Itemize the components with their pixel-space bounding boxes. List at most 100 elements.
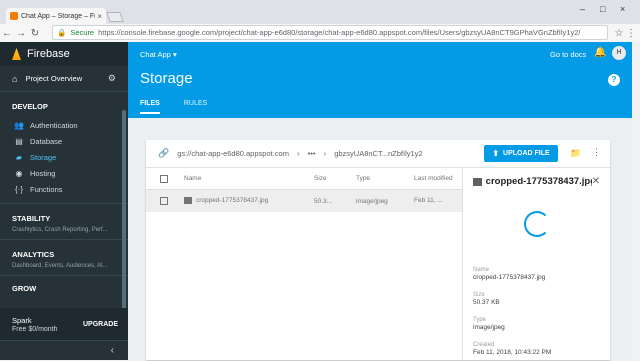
table-row[interactable]: cropped-1775378437.jpg 50.3... image/jpe… bbox=[146, 190, 462, 212]
chevron-down-icon: ▾ bbox=[172, 50, 177, 59]
file-modified: Feb 11, ... bbox=[414, 197, 443, 204]
upgrade-button[interactable]: UPGRADE bbox=[83, 321, 118, 328]
tab-files[interactable]: FILES bbox=[140, 100, 160, 114]
breadcrumb: 🔗 gs://chat-app-e6d80.appspot.com › ••• … bbox=[146, 140, 610, 168]
project-name: Chat App bbox=[140, 50, 171, 59]
sidebar-header: Firebase bbox=[0, 42, 128, 66]
project-overview-label: Project Overview bbox=[25, 74, 83, 83]
detail-label: Created bbox=[473, 342, 495, 348]
folder-icon: ▰ bbox=[15, 152, 23, 162]
people-icon: 👥 bbox=[14, 120, 24, 130]
grow-header[interactable]: GROW bbox=[0, 276, 128, 299]
upload-label: UPLOAD FILE bbox=[503, 150, 550, 157]
url-text: https://console.firebase.google.com/proj… bbox=[98, 28, 581, 37]
detail-value: image/jpeg bbox=[473, 324, 505, 331]
sidebar-item-database[interactable]: ▤ Database bbox=[0, 133, 128, 149]
firebase-favicon-icon bbox=[10, 12, 18, 20]
secure-label: Secure bbox=[70, 28, 95, 37]
tab-close-icon[interactable]: × bbox=[97, 12, 102, 21]
develop-header[interactable]: DEVELOP bbox=[0, 92, 128, 117]
collapse-sidebar-button[interactable]: ‹ bbox=[0, 340, 128, 360]
new-tab-button[interactable] bbox=[106, 12, 124, 22]
chevron-right-icon: › bbox=[323, 149, 327, 158]
sidebar-item-storage[interactable]: ▰ Storage bbox=[0, 149, 128, 165]
stability-header[interactable]: STABILITY bbox=[0, 204, 128, 229]
column-modified[interactable]: Last modified bbox=[414, 175, 460, 183]
functions-icon: {·} bbox=[14, 184, 23, 194]
tab-rules[interactable]: RULES bbox=[184, 100, 207, 114]
sidebar-item-functions[interactable]: {·} Functions bbox=[0, 181, 128, 197]
plan-panel: Spark Free $0/month UPGRADE bbox=[0, 308, 128, 340]
back-icon[interactable]: ← bbox=[0, 28, 14, 39]
maximize-button[interactable]: □ bbox=[600, 4, 605, 14]
row-checkbox[interactable] bbox=[160, 197, 168, 205]
page-scrollbar[interactable] bbox=[632, 42, 640, 360]
sidebar-item-hosting[interactable]: ◉ Hosting bbox=[0, 165, 128, 181]
link-icon[interactable]: 🔗 bbox=[158, 148, 169, 159]
forward-icon[interactable]: → bbox=[14, 28, 28, 39]
folder-crumb[interactable]: gbzsyUA8nCT...nZbfIly1y2 bbox=[334, 149, 422, 158]
detail-value: Feb 11, 2018, 10:43:22 PM bbox=[473, 349, 552, 356]
bell-icon[interactable]: 🔔 bbox=[594, 47, 606, 58]
main-content: Chat App ▾ Go to docs 🔔 H Storage ? FILE… bbox=[128, 42, 640, 360]
reload-icon[interactable]: ↻ bbox=[28, 28, 42, 39]
file-name: cropped-1775378437.jpg bbox=[196, 197, 269, 205]
sidebar-scrollbar[interactable] bbox=[122, 110, 126, 320]
analytics-subtitle: Dashboard, Events, Audiences, At... bbox=[12, 263, 108, 269]
sidebar-item-authentication[interactable]: 👥 Authentication bbox=[0, 117, 128, 133]
details-header: cropped-1775378437.jpg ✕ bbox=[473, 176, 600, 187]
file-details-panel: cropped-1775378437.jpg ✕ Name cropped-17… bbox=[462, 168, 610, 360]
brand-name: Firebase bbox=[27, 48, 70, 60]
sidebar-item-label: Storage bbox=[30, 152, 57, 162]
sidebar: Firebase ⌂ Project Overview ⚙ DEVELOP 👥 … bbox=[0, 42, 128, 360]
chevron-right-icon: › bbox=[296, 149, 300, 158]
detail-created: Created Feb 11, 2018, 10:43:22 PM bbox=[473, 342, 600, 356]
close-icon[interactable]: ✕ bbox=[592, 176, 600, 187]
sidebar-item-label: Functions bbox=[30, 184, 63, 194]
column-name[interactable]: Name bbox=[184, 175, 314, 182]
tab-bar: FILES RULES bbox=[140, 100, 231, 114]
file-type: image/jpeg bbox=[356, 197, 388, 205]
loading-spinner bbox=[523, 211, 550, 237]
file-name-cell: cropped-1775378437.jpg bbox=[184, 197, 314, 205]
page-title: Storage bbox=[140, 70, 193, 87]
more-vert-icon[interactable]: ⋮ bbox=[592, 147, 601, 158]
menu-icon[interactable]: ⋮ bbox=[624, 28, 638, 39]
project-selector[interactable]: Chat App ▾ bbox=[140, 50, 177, 59]
file-size: 50.3... bbox=[314, 197, 333, 205]
bucket-path[interactable]: gs://chat-app-e6d80.appspot.com bbox=[177, 149, 289, 158]
firebase-logo-icon bbox=[12, 48, 21, 60]
help-icon[interactable]: ? bbox=[608, 74, 620, 86]
file-browser-card: 🔗 gs://chat-app-e6d80.appspot.com › ••• … bbox=[146, 140, 610, 360]
address-bar[interactable]: 🔒 Secure https://console.firebase.google… bbox=[52, 25, 608, 40]
gear-icon[interactable]: ⚙ bbox=[108, 73, 116, 84]
new-folder-icon[interactable]: 📁 bbox=[570, 148, 581, 159]
upload-file-button[interactable]: ⬆ UPLOAD FILE bbox=[484, 145, 558, 162]
stability-subtitle: Crashlytics, Crash Reporting, Perf... bbox=[12, 227, 108, 233]
close-window-button[interactable]: × bbox=[620, 4, 625, 14]
image-icon bbox=[473, 177, 482, 186]
chevron-left-icon: ‹ bbox=[110, 345, 114, 356]
analytics-header[interactable]: ANALYTICS bbox=[0, 240, 128, 265]
browser-tab[interactable]: Chat App – Storage – Fir… × bbox=[6, 8, 106, 24]
avatar[interactable]: H bbox=[612, 46, 626, 60]
project-overview-item[interactable]: ⌂ Project Overview ⚙ bbox=[0, 66, 128, 92]
detail-size: Size 50.37 KB bbox=[473, 292, 600, 306]
column-type[interactable]: Type bbox=[356, 175, 414, 182]
detail-value: cropped-1775378437.jpg bbox=[473, 274, 546, 281]
detail-label: Size bbox=[473, 292, 485, 298]
detail-label: Name bbox=[473, 267, 490, 273]
table-header: Name Size Type Last modified bbox=[146, 168, 462, 190]
address-bar-row: ← → ↻ 🔒 Secure https://console.firebase.… bbox=[0, 24, 640, 42]
detail-name: Name cropped-1775378437.jpg bbox=[473, 267, 600, 281]
go-to-docs-link[interactable]: Go to docs bbox=[550, 50, 586, 59]
column-size[interactable]: Size bbox=[314, 175, 356, 182]
lock-icon: 🔒 bbox=[57, 28, 67, 37]
hosting-icon: ◉ bbox=[15, 168, 23, 178]
minimize-button[interactable]: – bbox=[580, 4, 585, 14]
sidebar-item-label: Authentication bbox=[30, 120, 78, 130]
upload-icon: ⬆ bbox=[492, 149, 500, 158]
details-title: cropped-1775378437.jpg bbox=[485, 176, 592, 187]
breadcrumb-ellipsis[interactable]: ••• bbox=[308, 149, 316, 158]
select-all-checkbox[interactable] bbox=[160, 174, 168, 183]
